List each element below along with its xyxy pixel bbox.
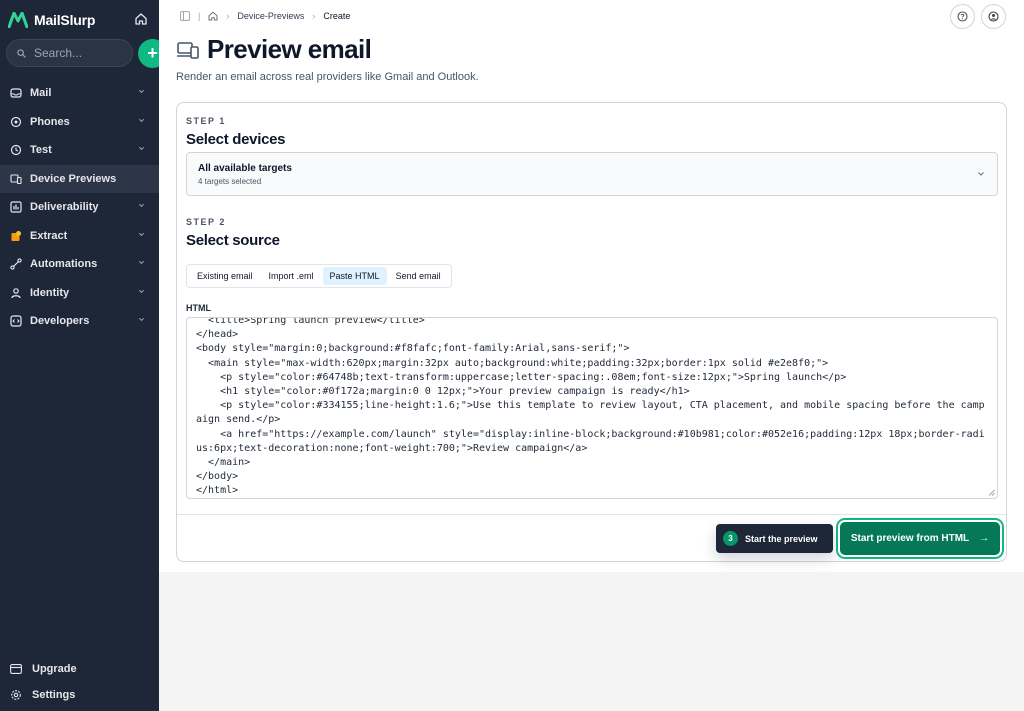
- chevron-down-icon: [138, 118, 145, 122]
- sidebar-item-label: Deliverability: [30, 201, 99, 214]
- html-textarea[interactable]: <title>Spring launch preview</title> </h…: [186, 317, 998, 499]
- main-content: | › Device-Previews › Create Preview ema…: [159, 0, 1024, 711]
- account-button[interactable]: [981, 4, 1006, 29]
- tour-tooltip-start-preview[interactable]: 3 Start the preview: [716, 524, 833, 553]
- sidebar-item-label: Automations: [30, 258, 98, 271]
- tab-import-eml[interactable]: Import .eml: [262, 267, 321, 285]
- gear-icon: [11, 690, 21, 700]
- sidebar-item-label: Upgrade: [32, 663, 77, 675]
- sidebar-item-settings[interactable]: Settings: [0, 682, 159, 708]
- credit-card-icon: [10, 664, 22, 674]
- sidebar: MailSlurp + Mail Phones Test Device: [0, 0, 167, 711]
- mailslurp-logo-icon: [8, 12, 28, 28]
- brand-name: MailSlurp: [34, 12, 96, 28]
- sidebar-item-test[interactable]: Test: [0, 136, 159, 165]
- chevron-down-icon: [138, 289, 145, 293]
- home-icon[interactable]: [208, 11, 218, 21]
- device-select-title: All available targets: [198, 163, 292, 174]
- device-select-count: 4 targets selected: [198, 177, 262, 186]
- chevron-down-icon: [138, 317, 145, 322]
- help-button[interactable]: [950, 4, 975, 29]
- sidebar-item-deliverability[interactable]: Deliverability: [0, 193, 159, 222]
- page-subtitle: Render an email across real providers li…: [176, 71, 479, 83]
- source-tabs: Existing email Import .eml Paste HTML Se…: [186, 264, 452, 288]
- workflow-icon: [10, 258, 22, 270]
- sidebar-nav: Mail Phones Test Device Previews Deliver…: [0, 79, 159, 336]
- breadcrumb: | › Device-Previews › Create: [180, 11, 350, 21]
- sidebar-item-developers[interactable]: Developers: [0, 307, 159, 336]
- sidebar-toggle-icon[interactable]: [180, 11, 190, 21]
- chart-icon: [10, 201, 22, 213]
- sidebar-item-label: Phones: [30, 115, 70, 128]
- sidebar-item-label: Mail: [30, 87, 52, 100]
- main-panel: | › Device-Previews › Create Preview ema…: [159, 0, 1024, 572]
- user-circle-icon: [988, 11, 999, 22]
- sidebar-item-label: Developers: [30, 315, 90, 328]
- phone-icon: [10, 116, 22, 127]
- chevron-down-icon: [978, 172, 984, 176]
- sidebar-item-label: Extract: [30, 229, 68, 242]
- sidebar-item-label: Test: [30, 144, 52, 157]
- sidebar-item-automations[interactable]: Automations: [0, 250, 159, 279]
- inbox-icon: [10, 88, 22, 98]
- resize-handle-icon[interactable]: [988, 489, 995, 496]
- step-2-label: STEP 2: [186, 217, 226, 227]
- device-targets-select[interactable]: All available targets 4 targets selected: [186, 152, 998, 196]
- breadcrumb-separator: ›: [312, 11, 316, 21]
- clock-icon: [10, 145, 22, 156]
- sidebar-item-label: Identity: [30, 286, 70, 299]
- tab-paste-html[interactable]: Paste HTML: [322, 267, 387, 285]
- sidebar-bottom: Upgrade Settings: [0, 656, 159, 708]
- arrow-right-icon: →: [979, 533, 990, 544]
- search-box[interactable]: [6, 39, 133, 67]
- sidebar-item-device-previews[interactable]: Device Previews: [0, 164, 159, 193]
- brand[interactable]: MailSlurp: [8, 10, 95, 30]
- user-icon: [11, 287, 21, 299]
- sidebar-item-identity[interactable]: Identity: [0, 279, 159, 308]
- sidebar-item-upgrade[interactable]: Upgrade: [0, 656, 159, 682]
- sidebar-item-mail[interactable]: Mail: [0, 79, 159, 108]
- help-icon: [957, 11, 968, 22]
- search-icon: [17, 48, 26, 58]
- page-header: Preview email: [177, 34, 372, 65]
- sidebar-item-label: Device Previews: [30, 172, 117, 185]
- sidebar-item-extract[interactable]: Extract: [0, 222, 159, 251]
- breadcrumb-separator: ›: [226, 11, 230, 21]
- puzzle-icon: [11, 230, 21, 241]
- step-1-label: STEP 1: [186, 116, 226, 126]
- chevron-down-icon: [138, 260, 145, 265]
- breadcrumb-create: Create: [323, 11, 351, 21]
- chevron-down-icon: [138, 232, 145, 236]
- step-1-title: Select devices: [186, 131, 286, 148]
- devices-icon: [177, 41, 199, 59]
- sidebar-item-label: Settings: [32, 689, 76, 701]
- sidebar-item-phones[interactable]: Phones: [0, 108, 159, 137]
- tab-send-email[interactable]: Send email: [389, 267, 448, 285]
- breadcrumb-device-previews[interactable]: Device-Previews: [237, 11, 304, 21]
- chevron-down-icon: [138, 203, 145, 208]
- actions-divider: [177, 514, 1006, 515]
- start-preview-button[interactable]: Start preview from HTML →: [840, 522, 1000, 555]
- chevron-down-icon: [138, 89, 145, 94]
- tour-label: Start the preview: [745, 533, 818, 544]
- start-preview-label: Start preview from HTML: [850, 533, 970, 544]
- html-textarea-value: <title>Spring launch preview</title> </h…: [196, 317, 985, 497]
- chevron-down-icon: [138, 146, 145, 151]
- search-input[interactable]: [34, 46, 124, 60]
- code-icon: [10, 315, 22, 327]
- step-2-title: Select source: [186, 232, 280, 249]
- devices-icon: [10, 174, 22, 184]
- html-field-label: HTML: [186, 303, 211, 313]
- breadcrumb-separator: |: [198, 11, 201, 21]
- tab-existing-email[interactable]: Existing email: [190, 267, 260, 285]
- tour-step-badge: 3: [723, 531, 738, 546]
- home-icon[interactable]: [134, 12, 148, 26]
- page-title: Preview email: [207, 34, 372, 64]
- preview-form-card: STEP 1 Select devices All available targ…: [176, 102, 1007, 562]
